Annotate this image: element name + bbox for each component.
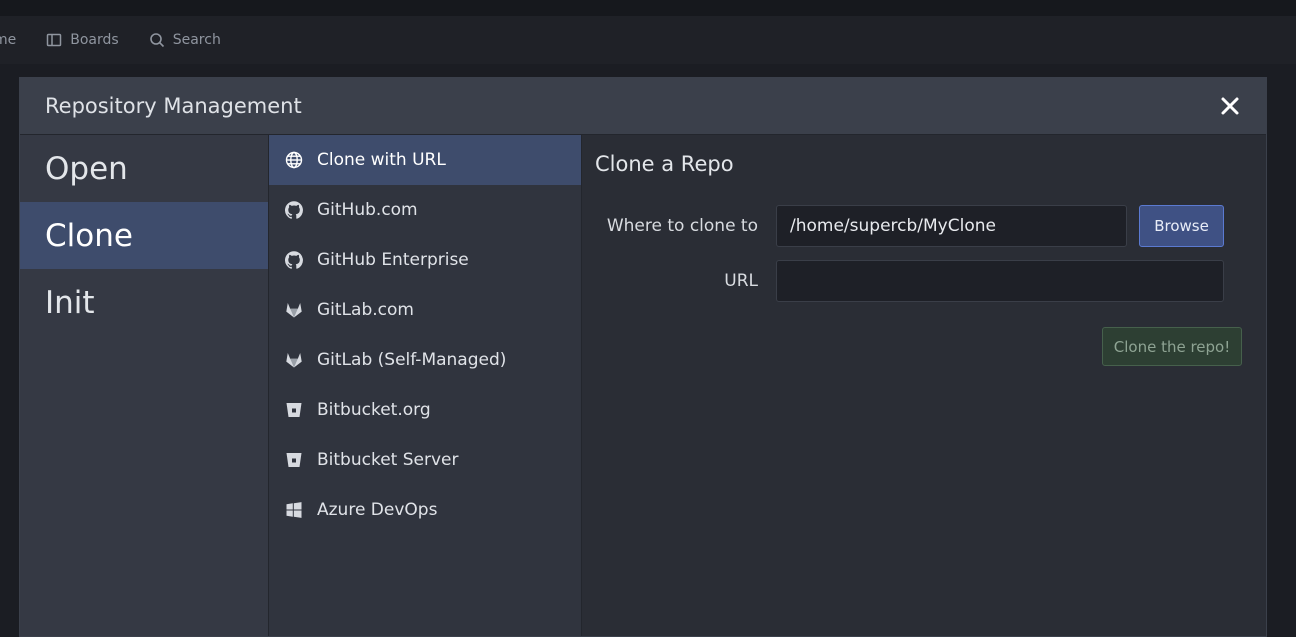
provider-clone-with-url[interactable]: Clone with URL (269, 135, 581, 185)
provider-label: GitHub.com (317, 200, 418, 220)
github-icon (285, 201, 303, 219)
url-row: URL (582, 260, 1242, 302)
provider-gitlab-com[interactable]: GitLab.com (269, 285, 581, 335)
provider-label: Bitbucket Server (317, 450, 459, 470)
gitlab-icon (285, 301, 303, 319)
provider-list: Clone with URL GitHub.com GitHub Enterpr… (269, 135, 582, 636)
search-icon (149, 33, 164, 48)
nav-home[interactable]: me (0, 32, 16, 48)
provider-github-enterprise[interactable]: GitHub Enterprise (269, 235, 581, 285)
mode-open-label: Open (45, 150, 128, 187)
mode-init[interactable]: Init (20, 269, 268, 336)
url-label: URL (724, 271, 758, 291)
url-input[interactable] (776, 260, 1224, 302)
github-icon (285, 251, 303, 269)
browse-button[interactable]: Browse (1139, 205, 1224, 247)
nav-home-label: me (0, 32, 17, 48)
nav-boards[interactable]: Boards (46, 32, 119, 48)
clone-form: Clone a Repo Where to clone to /home/sup… (582, 135, 1266, 636)
provider-label: Azure DevOps (317, 500, 438, 520)
mode-open[interactable]: Open (20, 135, 268, 202)
provider-label: GitLab.com (317, 300, 414, 320)
close-icon[interactable] (1220, 96, 1240, 116)
top-navbar: me Boards Search (0, 16, 1296, 64)
provider-github-com[interactable]: GitHub.com (269, 185, 581, 235)
dialog-title: Repository Management (45, 94, 302, 118)
provider-label: Clone with URL (317, 150, 446, 170)
gitlab-icon (285, 351, 303, 369)
boards-icon (47, 33, 62, 47)
nav-search[interactable]: Search (149, 32, 221, 48)
provider-azure-devops[interactable]: Azure DevOps (269, 485, 581, 535)
nav-search-label: Search (172, 32, 221, 48)
nav-boards-label: Boards (70, 32, 119, 48)
provider-gitlab-self-managed[interactable]: GitLab (Self-Managed) (269, 335, 581, 385)
window-top-strip (0, 0, 1296, 16)
provider-bitbucket-server[interactable]: Bitbucket Server (269, 435, 581, 485)
windows-icon (285, 501, 303, 519)
mode-list: Open Clone Init (20, 135, 269, 636)
bitbucket-icon (285, 451, 303, 469)
clone-repo-button[interactable]: Clone the repo! (1102, 327, 1242, 366)
repository-management-dialog: Repository Management Open Clone Init Cl… (19, 77, 1267, 637)
dialog-header: Repository Management (20, 78, 1266, 135)
globe-icon (285, 151, 303, 169)
provider-label: GitLab (Self-Managed) (317, 350, 507, 370)
mode-init-label: Init (45, 284, 95, 321)
where-row: Where to clone to /home/supercb/MyClone … (582, 205, 1242, 247)
dialog-body: Open Clone Init Clone with URL GitHub.co… (20, 135, 1266, 636)
clone-path-input[interactable]: /home/supercb/MyClone (776, 205, 1127, 247)
bitbucket-icon (285, 401, 303, 419)
mode-clone[interactable]: Clone (20, 202, 268, 269)
provider-label: Bitbucket.org (317, 400, 431, 420)
form-title: Clone a Repo (595, 152, 734, 176)
provider-bitbucket-org[interactable]: Bitbucket.org (269, 385, 581, 435)
mode-clone-label: Clone (45, 217, 133, 254)
where-label: Where to clone to (606, 216, 758, 236)
provider-label: GitHub Enterprise (317, 250, 469, 270)
